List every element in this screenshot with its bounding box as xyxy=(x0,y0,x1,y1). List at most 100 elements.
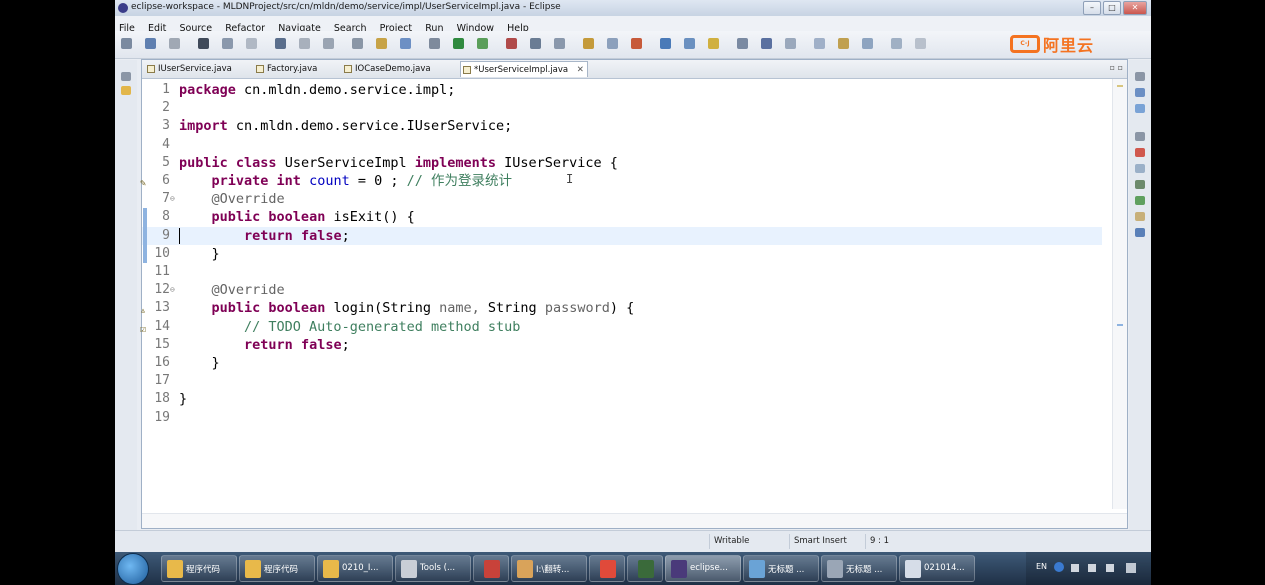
network-icon[interactable] xyxy=(1071,564,1079,572)
editor-view-controls[interactable]: ▫ ▫ xyxy=(1110,63,1123,72)
toolbar-button-icon[interactable] xyxy=(631,38,642,49)
maximize-button[interactable]: □ xyxy=(1103,1,1121,15)
volume-icon[interactable] xyxy=(1088,564,1096,572)
code-line[interactable]: 15 return false; xyxy=(142,336,1102,354)
toolbar-button-icon[interactable] xyxy=(429,38,440,49)
toolbar-button-icon[interactable] xyxy=(915,38,926,49)
close-tab-icon[interactable]: ✕ xyxy=(577,65,584,75)
code-line[interactable]: 8 public boolean isExit() { xyxy=(142,208,1102,226)
tab-factory[interactable]: Factory.java xyxy=(254,61,334,77)
toolbar-button-icon[interactable] xyxy=(477,38,488,49)
code-line[interactable]: 4 xyxy=(142,136,1102,154)
taskbar-item[interactable] xyxy=(473,555,509,582)
code-line[interactable]: 16 } xyxy=(142,354,1102,372)
toolbar-button-icon[interactable] xyxy=(607,38,618,49)
progress-icon[interactable] xyxy=(1135,212,1145,221)
tab-userserviceimpl[interactable]: *UserServiceImpl.java ✕ xyxy=(460,61,588,77)
toolbar-button-icon[interactable] xyxy=(554,38,565,49)
taskbar-item[interactable]: I:\翻转... xyxy=(511,555,587,582)
console-icon[interactable] xyxy=(1135,196,1145,205)
toolbar-button-icon[interactable] xyxy=(299,38,310,49)
overview-warning-marker[interactable] xyxy=(1117,85,1123,87)
taskbar-item[interactable]: 程序代码 xyxy=(161,555,237,582)
taskbar-item[interactable]: 无标题 ... xyxy=(743,555,819,582)
minimize-button[interactable]: – xyxy=(1083,1,1101,15)
toolbar-button-icon[interactable] xyxy=(145,38,156,49)
toolbar-button-icon[interactable] xyxy=(352,38,363,49)
fold-icon[interactable]: ⊖ xyxy=(170,190,175,208)
toolbar-button-icon[interactable] xyxy=(506,38,517,49)
code-line[interactable]: 7 ⊖ @Override xyxy=(142,190,1102,208)
restore-icon[interactable] xyxy=(1135,72,1145,81)
taskbar-item[interactable]: 0210_I... xyxy=(317,555,393,582)
start-button[interactable] xyxy=(117,553,149,585)
toolbar-button-icon[interactable] xyxy=(400,38,411,49)
flag-icon[interactable] xyxy=(1106,564,1114,572)
toolbar-button-icon[interactable] xyxy=(785,38,796,49)
toolbar-button-icon[interactable] xyxy=(121,38,132,49)
toolbar-button-icon[interactable] xyxy=(814,38,825,49)
toolbar-button-icon[interactable] xyxy=(862,38,873,49)
code-line[interactable]: 1 package cn.mldn.demo.service.impl; xyxy=(142,81,1102,99)
toolbar-button-icon[interactable] xyxy=(169,38,180,49)
task-list-icon[interactable] xyxy=(1135,104,1145,113)
toolbar-button-icon[interactable] xyxy=(275,38,286,49)
code-line[interactable]: 19 xyxy=(142,409,1102,427)
taskbar-item[interactable]: eclipse... xyxy=(665,555,741,582)
help-icon[interactable] xyxy=(1054,562,1064,572)
toolbar-button-icon[interactable] xyxy=(708,38,719,49)
code-line[interactable]: 2 xyxy=(142,99,1102,117)
fold-icon[interactable]: ⊖ xyxy=(170,281,175,299)
toolbar-button-icon[interactable] xyxy=(684,38,695,49)
code-line[interactable]: 18} xyxy=(142,390,1102,408)
code-line[interactable]: 3 import cn.mldn.demo.service.IUserServic… xyxy=(142,117,1102,135)
taskbar-item[interactable] xyxy=(627,555,663,582)
toolbar-button-icon[interactable] xyxy=(891,38,902,49)
horizontal-scrollbar[interactable] xyxy=(142,513,1127,528)
line-number: 17 xyxy=(154,373,170,389)
toolbar-button-icon[interactable] xyxy=(246,38,257,49)
overview-change-marker[interactable] xyxy=(1117,324,1123,326)
code-line[interactable]: 10 } xyxy=(142,245,1102,263)
code-line[interactable]: 14 ☑ // TODO Auto-generated method stub xyxy=(140,318,1102,336)
problems-icon[interactable] xyxy=(1135,148,1145,157)
outline-icon[interactable] xyxy=(1135,88,1145,97)
code-line[interactable]: 13 ▵ public boolean login(String name, St… xyxy=(140,299,1102,317)
code-line[interactable]: 9 return false; xyxy=(142,226,1102,245)
code-token: private xyxy=(211,173,269,189)
language-indicator[interactable]: EN xyxy=(1036,562,1047,571)
code-line[interactable]: 17 xyxy=(142,372,1102,390)
vertical-scrollbar[interactable] xyxy=(1112,79,1127,509)
code-line[interactable]: 6 ✎ private int count = 0 ; // 作为登录统计 xyxy=(140,172,1102,190)
toolbar-button-icon[interactable] xyxy=(737,38,748,49)
toolbar-button-icon[interactable] xyxy=(583,38,594,49)
restore-icon[interactable] xyxy=(1135,132,1145,141)
toolbar-button-icon[interactable] xyxy=(761,38,772,49)
toolbar-button-icon[interactable] xyxy=(323,38,334,49)
tab-iocasedemo[interactable]: IOCaseDemo.java xyxy=(342,61,452,77)
toolbar-button-icon[interactable] xyxy=(376,38,387,49)
toolbar-button-icon[interactable] xyxy=(838,38,849,49)
toolbar-button-icon[interactable] xyxy=(453,38,464,49)
tab-iuserservice[interactable]: IUserService.java xyxy=(145,61,245,77)
servers-icon[interactable] xyxy=(1135,228,1145,237)
package-explorer-icon[interactable] xyxy=(121,86,131,95)
show-desktop-icon[interactable] xyxy=(1126,563,1136,573)
code-line[interactable]: 11 xyxy=(142,263,1102,281)
taskbar-item[interactable] xyxy=(589,555,625,582)
taskbar-item[interactable]: 无标题 ... xyxy=(821,555,897,582)
toolbar-button-icon[interactable] xyxy=(530,38,541,49)
toolbar-button-icon[interactable] xyxy=(222,38,233,49)
taskbar-item[interactable]: 程序代码 xyxy=(239,555,315,582)
code-area[interactable]: 1 package cn.mldn.demo.service.impl; 2 3 imp… xyxy=(140,79,1102,509)
javadoc-icon[interactable] xyxy=(1135,164,1145,173)
code-line[interactable]: 12 ⊖ @Override xyxy=(142,281,1102,299)
close-button[interactable]: ✕ xyxy=(1123,1,1147,15)
declaration-icon[interactable] xyxy=(1135,180,1145,189)
code-line[interactable]: 5 public class UserServiceImpl implements… xyxy=(142,154,1102,172)
toolbar-button-icon[interactable] xyxy=(198,38,209,49)
restore-icon[interactable] xyxy=(121,72,131,81)
taskbar-item[interactable]: 021014... xyxy=(899,555,975,582)
toolbar-button-icon[interactable] xyxy=(660,38,671,49)
taskbar-item[interactable]: Tools (... xyxy=(395,555,471,582)
